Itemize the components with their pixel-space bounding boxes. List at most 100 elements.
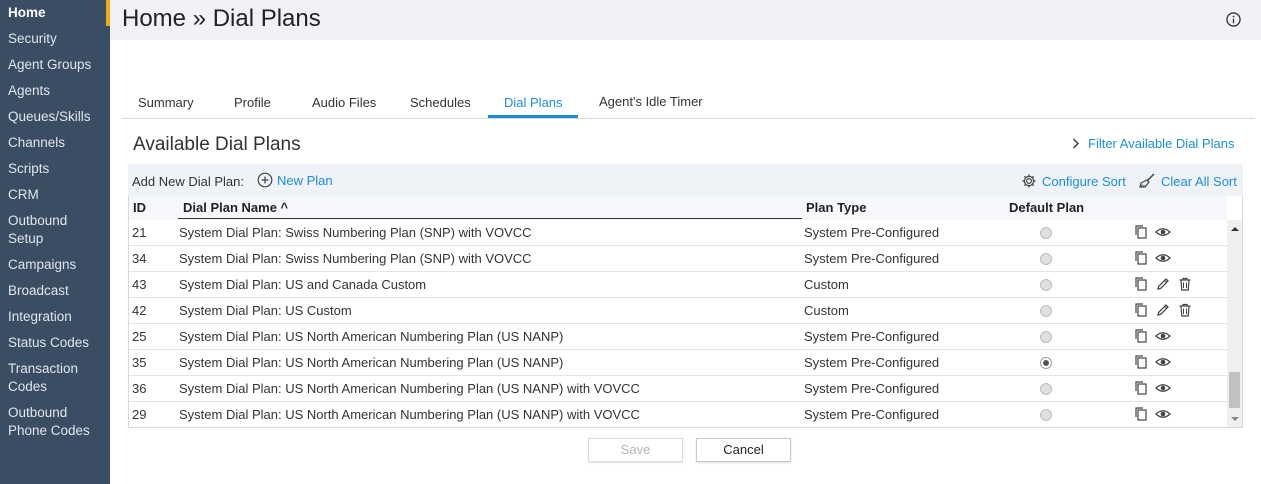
configure-sort-button[interactable]: Configure Sort: [1021, 173, 1126, 189]
view-eye-icon[interactable]: [1155, 354, 1171, 370]
row-plan-type: Custom: [804, 277, 849, 292]
clear-all-sort-label: Clear All Sort: [1161, 174, 1237, 189]
plus-circle-icon: [257, 172, 273, 188]
sidebar-item-campaigns[interactable]: Campaigns: [0, 256, 106, 282]
table-header: ID Dial Plan Name ^ Plan Type Default Pl…: [129, 196, 1227, 220]
default-plan-radio[interactable]: [1040, 409, 1052, 421]
copy-icon[interactable]: [1133, 328, 1149, 344]
column-header-plan-type[interactable]: Plan Type: [806, 200, 866, 215]
column-header-default-plan[interactable]: Default Plan: [1009, 200, 1084, 215]
tab-summary[interactable]: Summary: [138, 95, 194, 118]
table-row[interactable]: 21 System Dial Plan: Swiss Numbering Plan…: [129, 220, 1227, 246]
default-plan-radio[interactable]: [1040, 253, 1052, 265]
default-plan-radio[interactable]: [1040, 331, 1052, 343]
sidebar-item-outbound-setup[interactable]: Outbound Setup: [0, 212, 106, 256]
row-dial-plan-name: System Dial Plan: Swiss Numbering Plan (…: [179, 251, 532, 266]
scroll-down-arrow-icon[interactable]: [1230, 415, 1240, 423]
new-plan-button[interactable]: New Plan: [257, 172, 333, 188]
table-row[interactable]: 35 System Dial Plan: US North American Nu…: [129, 350, 1227, 376]
copy-icon[interactable]: [1133, 276, 1149, 292]
row-id: 25: [132, 329, 147, 344]
scroll-up-arrow-icon[interactable]: [1230, 225, 1240, 233]
tab-bar: Summary Profile Audio Files Schedules Di…: [122, 92, 1255, 119]
tab-schedules[interactable]: Schedules: [410, 95, 471, 118]
trash-icon[interactable]: [1177, 276, 1193, 292]
row-dial-plan-name: System Dial Plan: US and Canada Custom: [179, 277, 427, 292]
sidebar-item-broadcast[interactable]: Broadcast: [0, 282, 106, 308]
sidebar-item-status-codes[interactable]: Status Codes: [0, 334, 106, 360]
tab-audio-files[interactable]: Audio Files: [312, 95, 376, 118]
row-dial-plan-name: System Dial Plan: US North American Numb…: [179, 355, 564, 370]
copy-icon[interactable]: [1133, 224, 1149, 240]
row-id: 35: [132, 355, 147, 370]
filter-available-dial-plans-link[interactable]: Filter Available Dial Plans: [1072, 136, 1234, 151]
sidebar-item-crm[interactable]: CRM: [0, 186, 106, 212]
sidebar-item-home[interactable]: Home: [0, 4, 106, 30]
sidebar-item-queues-skills[interactable]: Queues/Skills: [0, 108, 106, 134]
copy-icon[interactable]: [1133, 250, 1149, 266]
copy-icon[interactable]: [1133, 406, 1149, 422]
table-row[interactable]: 42 System Dial Plan: US Custom Custom: [129, 298, 1227, 324]
table-row[interactable]: 29 System Dial Plan: US North American Nu…: [129, 402, 1227, 427]
row-dial-plan-name: System Dial Plan: US North American Numb…: [179, 381, 640, 396]
row-plan-type: System Pre-Configured: [804, 251, 940, 266]
row-id: 29: [132, 407, 147, 422]
default-plan-radio[interactable]: [1040, 279, 1052, 291]
sidebar-item-transaction-codes[interactable]: Transaction Codes: [0, 360, 106, 404]
view-eye-icon[interactable]: [1155, 250, 1171, 266]
sidebar-item-agents[interactable]: Agents: [0, 82, 106, 108]
row-plan-type: Custom: [804, 303, 849, 318]
table-row[interactable]: 36 System Dial Plan: US North American Nu…: [129, 376, 1227, 402]
table-row[interactable]: 34 System Dial Plan: Swiss Numbering Plan…: [129, 246, 1227, 272]
row-plan-type: System Pre-Configured: [804, 381, 940, 396]
default-plan-radio[interactable]: [1040, 357, 1052, 369]
table-row[interactable]: 43 System Dial Plan: US and Canada Custom…: [129, 272, 1227, 298]
row-dial-plan-name: System Dial Plan: US North American Numb…: [179, 329, 564, 344]
table-scrollbar[interactable]: [1227, 220, 1242, 427]
chevron-right-icon: [1073, 138, 1079, 149]
sidebar: Home Security Agent Groups Agents Queues…: [0, 0, 110, 484]
edit-pencil-icon[interactable]: [1155, 302, 1171, 318]
clear-all-sort-button[interactable]: Clear All Sort: [1138, 173, 1237, 189]
edit-pencil-icon[interactable]: [1155, 276, 1171, 292]
view-eye-icon[interactable]: [1155, 224, 1171, 240]
row-dial-plan-name: System Dial Plan: US North American Numb…: [179, 407, 640, 422]
default-plan-radio[interactable]: [1040, 227, 1052, 239]
trash-icon[interactable]: [1177, 302, 1193, 318]
row-id: 36: [132, 381, 147, 396]
column-header-dial-plan-name[interactable]: Dial Plan Name ^: [183, 200, 288, 215]
default-plan-radio[interactable]: [1040, 305, 1052, 317]
section-title: Available Dial Plans: [133, 134, 301, 155]
sidebar-item-security[interactable]: Security: [0, 30, 106, 56]
row-plan-type: System Pre-Configured: [804, 407, 940, 422]
save-button[interactable]: Save: [588, 438, 683, 462]
sorted-column-underline: [178, 218, 802, 219]
page-header: Home » Dial Plans: [110, 0, 1261, 40]
tab-agents-idle-timer[interactable]: Agent's Idle Timer: [599, 94, 703, 117]
row-dial-plan-name: System Dial Plan: Swiss Numbering Plan (…: [179, 225, 532, 240]
row-plan-type: System Pre-Configured: [804, 225, 940, 240]
sidebar-item-channels[interactable]: Channels: [0, 134, 106, 160]
sidebar-item-agent-groups[interactable]: Agent Groups: [0, 56, 106, 82]
filter-link-label: Filter Available Dial Plans: [1088, 136, 1235, 151]
sidebar-item-integration[interactable]: Integration: [0, 308, 106, 334]
sidebar-item-outbound-phone-codes[interactable]: Outbound Phone Codes: [0, 404, 106, 448]
row-id: 34: [132, 251, 147, 266]
row-plan-type: System Pre-Configured: [804, 355, 940, 370]
info-icon[interactable]: [1226, 12, 1241, 27]
tab-profile[interactable]: Profile: [234, 95, 271, 118]
cancel-button[interactable]: Cancel: [696, 438, 791, 462]
row-id: 43: [132, 277, 147, 292]
page-title: Home » Dial Plans: [122, 5, 321, 32]
copy-icon[interactable]: [1133, 302, 1149, 318]
column-header-id[interactable]: ID: [133, 200, 146, 215]
view-eye-icon[interactable]: [1155, 328, 1171, 344]
copy-icon[interactable]: [1133, 354, 1149, 370]
view-eye-icon[interactable]: [1155, 406, 1171, 422]
default-plan-radio[interactable]: [1040, 383, 1052, 395]
scrollbar-thumb[interactable]: [1229, 372, 1240, 408]
view-eye-icon[interactable]: [1155, 380, 1171, 396]
sidebar-item-scripts[interactable]: Scripts: [0, 160, 106, 186]
table-row[interactable]: 25 System Dial Plan: US North American Nu…: [129, 324, 1227, 350]
copy-icon[interactable]: [1133, 380, 1149, 396]
